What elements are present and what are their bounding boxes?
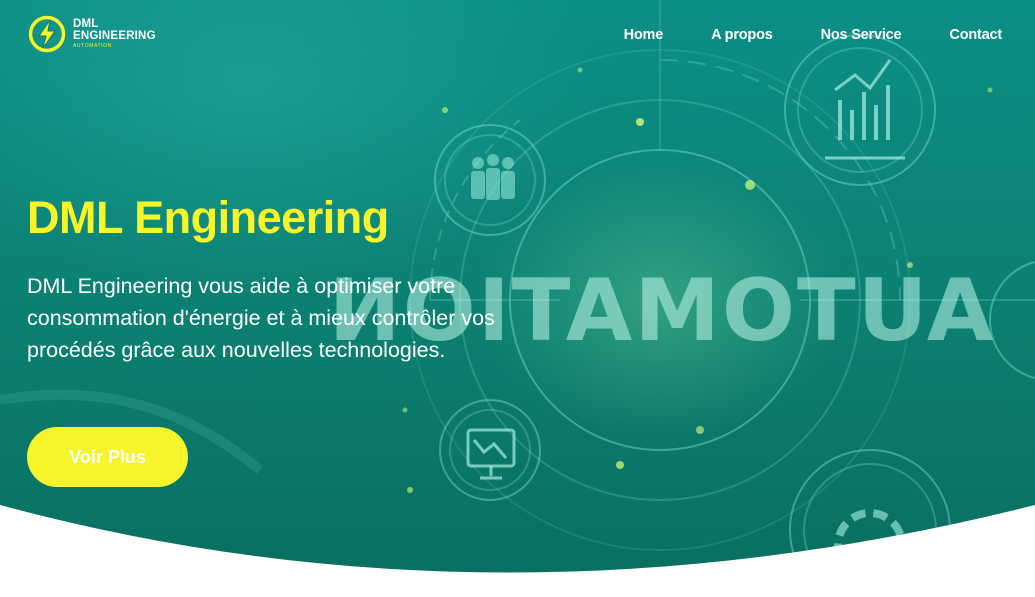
hero-title: DML Engineering — [27, 192, 389, 243]
main-nav: Home A propos Nos Service Contact — [576, 27, 1003, 43]
brand-name: DML ENGINEERING AUTOMATION — [73, 18, 156, 49]
hero-section: AUTOMATION DML ENGINEERING AUTOMATION Ho… — [0, 0, 1035, 597]
brand-tagline: AUTOMATION — [73, 43, 112, 49]
nav-nos-service[interactable]: Nos Service — [821, 27, 902, 43]
nav-home[interactable]: Home — [624, 27, 664, 43]
hero-description: DML Engineering vous aide à optimiser vo… — [27, 274, 495, 362]
voir-plus-button[interactable]: Voir Plus — [27, 427, 188, 487]
brand-name-line2: ENGINEERING — [73, 29, 156, 42]
lightning-bolt-icon — [28, 15, 66, 53]
nav-contact[interactable]: Contact — [949, 27, 1002, 43]
nav-a-propos[interactable]: A propos — [711, 27, 773, 43]
brand-name-line1: DML — [73, 18, 99, 30]
brand-logo[interactable]: DML ENGINEERING AUTOMATION — [27, 14, 156, 54]
